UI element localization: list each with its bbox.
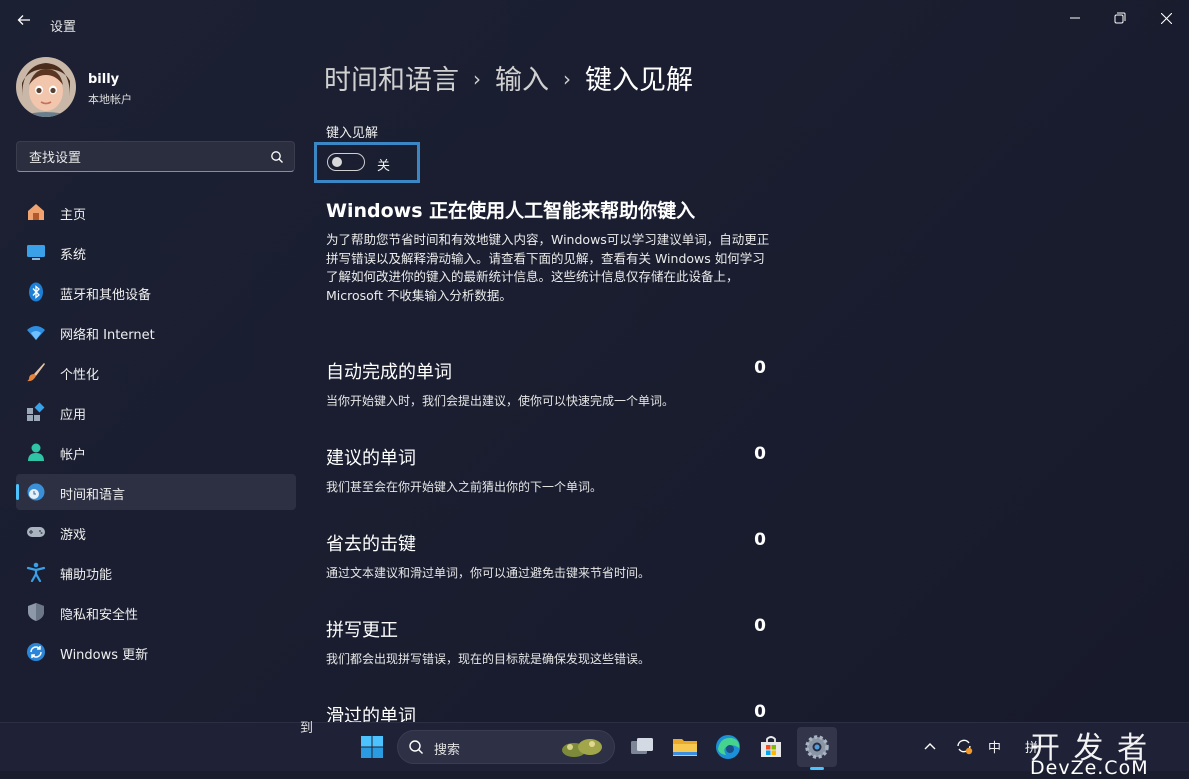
sidebar-item-label: 主页 [60, 208, 87, 223]
task-view-icon[interactable] [628, 733, 656, 761]
toggle-knob [332, 157, 342, 167]
brush-icon [27, 363, 45, 382]
stat-value: 0 [754, 444, 766, 464]
stat-title: 省去的击键 [326, 534, 416, 555]
account-icon [28, 443, 44, 461]
sidebar-item-accessibility[interactable]: 辅助功能 [16, 554, 296, 590]
stat-value: 0 [754, 702, 766, 722]
typing-insights-label: 键入见解 [326, 126, 379, 141]
chevron-up-icon[interactable] [924, 741, 936, 751]
maximize-icon [1114, 12, 1126, 24]
sidebar-item-windows-update[interactable]: Windows 更新 [16, 634, 296, 670]
stat-value: 0 [754, 616, 766, 636]
sidebar-item-label: 蓝牙和其他设备 [60, 288, 152, 303]
search-icon[interactable] [270, 150, 284, 164]
info-heading: Windows 正在使用人工智能来帮助你键入 [326, 200, 696, 222]
toggle-state-text: 关 [377, 159, 391, 174]
stat-value: 0 [754, 530, 766, 550]
stat-description: 当你开始键入时，我们会提出建议，使你可以快速完成一个单词。 [326, 394, 675, 408]
stat-description: 我们都会出现拼写错误，现在的目标就是确保发现这些错误。 [326, 652, 651, 666]
stat-title: 拼写更正 [326, 620, 398, 641]
sidebar-item-home[interactable]: 主页 [16, 194, 296, 230]
back-button[interactable] [14, 12, 34, 32]
sidebar-item-personalization[interactable]: 个性化 [16, 354, 296, 390]
system-icon [27, 245, 45, 260]
sidebar-item-gaming[interactable]: 游戏 [16, 514, 296, 550]
sidebar-item-accounts[interactable]: 帐户 [16, 434, 296, 470]
stat-description: 我们甚至会在你开始键入之前猜出你的下一个单词。 [326, 480, 603, 494]
taskbar-search-label: 搜索 [434, 743, 461, 758]
minimize-icon [1070, 17, 1080, 19]
breadcrumb-separator: › [473, 67, 481, 91]
avatar-portrait-icon [16, 57, 76, 117]
close-button[interactable] [1151, 8, 1181, 28]
maximize-button[interactable] [1105, 8, 1135, 28]
sidebar-item-label: 个性化 [60, 368, 100, 383]
typing-insights-toggle[interactable] [327, 153, 365, 171]
breadcrumb-time-language[interactable]: 时间和语言 [324, 65, 459, 96]
account-type: 本地帐户 [88, 93, 132, 106]
sidebar-nav: 主页 系统 蓝牙和其他设备 网络和 Internet 个性化 应用 帐户 时间和… [16, 194, 296, 674]
stat-value: 0 [754, 358, 766, 378]
sidebar-item-network[interactable]: 网络和 Internet [16, 314, 296, 350]
stat-title: 建议的单词 [326, 448, 416, 469]
page-title: 键入见解 [585, 65, 693, 96]
bluetooth-icon [29, 282, 43, 302]
avatar[interactable] [16, 57, 76, 117]
wifi-icon [27, 326, 45, 340]
search-highlight-icon [562, 739, 602, 757]
minimize-button[interactable] [1060, 8, 1090, 28]
home-icon [28, 204, 44, 220]
sidebar-item-label: 游戏 [60, 528, 87, 543]
sidebar-item-label: 时间和语言 [60, 488, 126, 503]
shield-icon [28, 603, 44, 621]
watermark-domain: DevZe.CoM [1030, 757, 1149, 779]
update-icon [27, 643, 45, 661]
time-language-icon [27, 483, 45, 501]
gamepad-icon [27, 527, 45, 537]
search-icon [409, 740, 423, 754]
accessibility-icon [26, 562, 46, 582]
back-arrow-icon [17, 15, 30, 25]
settings-gear-icon[interactable] [803, 733, 831, 761]
typing-insights-highlight: 关 [314, 142, 420, 183]
sidebar-item-apps[interactable]: 应用 [16, 394, 296, 430]
search-input[interactable] [27, 147, 261, 169]
sidebar-item-label: 帐户 [60, 448, 87, 463]
sidebar-item-bluetooth[interactable]: 蓝牙和其他设备 [16, 274, 296, 310]
sync-icon[interactable] [955, 737, 973, 755]
settings-window: 设置 billy 本地帐户 主页 [0, 0, 1189, 727]
taskbar-peek-text: 到 [300, 721, 314, 736]
taskbar-search[interactable]: 搜索 [397, 730, 615, 764]
taskbar: 到 搜索 中 拼 开 发 者 DevZe.CoM [0, 721, 1189, 779]
active-indicator [16, 484, 19, 500]
sidebar-item-label: Windows 更新 [60, 648, 149, 663]
windows-start-icon[interactable] [360, 735, 384, 759]
user-name: billy [88, 72, 120, 87]
breadcrumb-input[interactable]: 输入 [495, 65, 549, 96]
close-icon [1160, 12, 1172, 24]
edge-browser-icon[interactable] [714, 733, 742, 761]
breadcrumb-separator: › [563, 67, 571, 91]
ime-indicator[interactable]: 中 [988, 737, 1001, 756]
stat-title: 自动完成的单词 [326, 362, 452, 383]
microsoft-store-icon[interactable] [757, 733, 785, 761]
stat-description: 通过文本建议和滑过单词，你可以通过避免击键来节省时间。 [326, 566, 651, 580]
file-explorer-icon[interactable] [671, 733, 699, 761]
sidebar-item-label: 网络和 Internet [60, 328, 155, 343]
sidebar-item-privacy[interactable]: 隐私和安全性 [16, 594, 296, 630]
sidebar-item-system[interactable]: 系统 [16, 234, 296, 270]
app-title: 设置 [50, 20, 77, 35]
apps-icon [27, 402, 45, 421]
settings-search[interactable] [16, 141, 295, 172]
sidebar-item-label: 系统 [60, 248, 87, 263]
breadcrumb: 时间和语言 › 输入 › 键入见解 [324, 58, 693, 97]
sidebar-item-label: 应用 [60, 408, 87, 423]
info-description: 为了帮助您节省时间和有效地键入内容，Windows可以学习建议单词，自动更正拼写… [326, 232, 770, 303]
title-bar: 设置 [0, 0, 1189, 46]
sidebar-item-time-language[interactable]: 时间和语言 [16, 474, 296, 510]
sidebar-item-label: 隐私和安全性 [60, 608, 139, 623]
sidebar-item-label: 辅助功能 [60, 568, 113, 583]
